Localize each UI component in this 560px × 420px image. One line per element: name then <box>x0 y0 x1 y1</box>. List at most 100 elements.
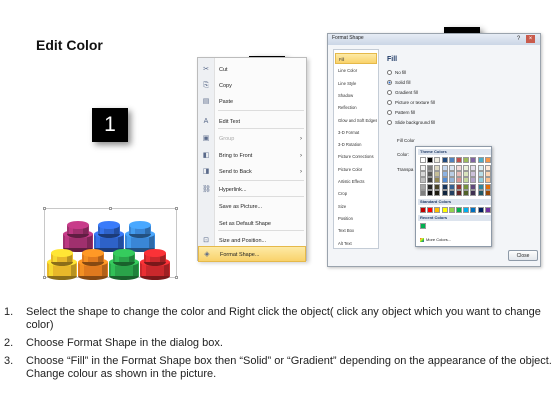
theme-shade-swatch[interactable] <box>427 189 434 196</box>
fill-option-solid-fill[interactable]: Solid fill <box>387 79 411 87</box>
theme-color-swatch[interactable] <box>420 157 426 163</box>
radio-button[interactable] <box>387 70 392 75</box>
fill-option-picture-or-texture-fill[interactable]: Picture or texture fill <box>387 99 435 107</box>
cylinder-shape[interactable] <box>109 249 139 280</box>
category-shadow[interactable]: Shadow <box>335 90 377 101</box>
menu-item-copy[interactable]: ⎘ Copy <box>198 78 306 94</box>
category-line-color[interactable]: Line Color <box>335 65 377 76</box>
theme-shade-swatch[interactable] <box>441 189 448 196</box>
fill-option-no-fill[interactable]: No fill <box>387 69 406 77</box>
help-icon[interactable]: ? <box>514 35 523 43</box>
theme-shade-swatch[interactable] <box>484 171 491 178</box>
theme-shade-swatch[interactable] <box>420 183 426 190</box>
cylinder-shape[interactable] <box>47 249 77 280</box>
radio-button[interactable] <box>387 100 392 105</box>
category-glow-and-soft-edges[interactable]: Glow and Soft Edges <box>335 115 377 126</box>
theme-shade-swatch[interactable] <box>448 171 455 178</box>
theme-shade-swatch[interactable] <box>456 165 462 171</box>
theme-shade-swatch[interactable] <box>434 189 441 196</box>
category-3-d-format[interactable]: 3-D Format <box>335 127 377 138</box>
category-size[interactable]: Size <box>335 201 377 212</box>
standard-color-swatch[interactable] <box>463 207 470 213</box>
theme-color-swatch[interactable] <box>470 157 477 163</box>
theme-color-swatch[interactable] <box>484 157 491 163</box>
standard-color-swatch[interactable] <box>441 207 448 213</box>
standard-color-swatch[interactable] <box>448 207 455 213</box>
theme-shade-swatch[interactable] <box>477 189 484 196</box>
standard-color-swatch[interactable] <box>470 207 477 213</box>
theme-shade-swatch[interactable] <box>470 171 477 178</box>
theme-shade-swatch[interactable] <box>484 165 491 171</box>
cylinder-shape[interactable] <box>94 221 124 252</box>
theme-shade-swatch[interactable] <box>420 165 426 171</box>
menu-item-cut[interactable]: ✂ Cut <box>198 62 306 78</box>
theme-color-swatch[interactable] <box>434 157 441 163</box>
menu-item-bring-to-front[interactable]: ◧ Bring to Front › <box>198 148 306 164</box>
category-position[interactable]: Position <box>335 213 377 224</box>
theme-shade-swatch[interactable] <box>420 189 426 196</box>
theme-shade-swatch[interactable] <box>434 177 441 184</box>
standard-color-swatch[interactable] <box>434 207 441 213</box>
cylinder-shape[interactable] <box>63 221 93 252</box>
fill-option-gradient-fill[interactable]: Gradient fill <box>387 89 418 97</box>
theme-shade-swatch[interactable] <box>477 165 484 171</box>
theme-color-swatch[interactable] <box>463 157 470 163</box>
category-3-d-rotation[interactable]: 3-D Rotation <box>335 139 377 150</box>
category-alt-text[interactable]: Alt Text <box>335 238 377 249</box>
theme-shade-swatch[interactable] <box>484 177 491 184</box>
theme-shade-swatch[interactable] <box>456 177 462 184</box>
category-text-box[interactable]: Text Box <box>335 225 377 236</box>
cylinder-shape[interactable] <box>125 221 155 252</box>
theme-shade-swatch[interactable] <box>427 177 434 184</box>
theme-shade-swatch[interactable] <box>470 183 477 190</box>
category-picture-color[interactable]: Picture Color <box>335 164 377 175</box>
radio-button[interactable] <box>387 120 392 125</box>
theme-shade-swatch[interactable] <box>441 171 448 178</box>
menu-item-group[interactable]: ▣ Group › <box>198 131 306 147</box>
radio-button[interactable] <box>387 90 392 95</box>
theme-shade-swatch[interactable] <box>420 171 426 178</box>
theme-shade-swatch[interactable] <box>427 183 434 190</box>
standard-color-swatch[interactable] <box>477 207 484 213</box>
more-colors-option[interactable]: More Colors... <box>420 237 451 242</box>
theme-shade-swatch[interactable] <box>477 183 484 190</box>
category-crop[interactable]: Crop <box>335 188 377 199</box>
close-icon[interactable]: × <box>526 35 535 43</box>
theme-shade-swatch[interactable] <box>463 171 470 178</box>
theme-shade-swatch[interactable] <box>441 183 448 190</box>
menu-item-send-to-back[interactable]: ◨ Send to Back › <box>198 164 306 180</box>
theme-shade-swatch[interactable] <box>463 183 470 190</box>
theme-shade-swatch[interactable] <box>420 177 426 184</box>
theme-shade-swatch[interactable] <box>441 165 448 171</box>
dialog-close-button[interactable]: Close <box>508 250 538 261</box>
fill-option-pattern-fill[interactable]: Pattern fill <box>387 109 415 117</box>
theme-shade-swatch[interactable] <box>477 177 484 184</box>
theme-color-swatch[interactable] <box>427 157 434 163</box>
theme-shade-swatch[interactable] <box>477 171 484 178</box>
radio-button[interactable] <box>387 80 392 85</box>
theme-shade-swatch[interactable] <box>463 189 470 196</box>
standard-color-swatch[interactable] <box>427 207 434 213</box>
theme-shade-swatch[interactable] <box>448 177 455 184</box>
category-reflection[interactable]: Reflection <box>335 102 377 113</box>
theme-shade-swatch[interactable] <box>448 183 455 190</box>
theme-shade-swatch[interactable] <box>448 165 455 171</box>
theme-shade-swatch[interactable] <box>456 171 462 178</box>
recent-color-swatch[interactable] <box>420 223 426 229</box>
radio-button[interactable] <box>387 110 392 115</box>
category-line-style[interactable]: Line Style <box>335 78 377 89</box>
menu-item-paste[interactable]: ▤ Paste <box>198 94 306 110</box>
standard-color-swatch[interactable] <box>420 207 426 213</box>
theme-shade-swatch[interactable] <box>470 177 477 184</box>
theme-shade-swatch[interactable] <box>456 183 462 190</box>
theme-shade-swatch[interactable] <box>427 171 434 178</box>
theme-shade-swatch[interactable] <box>470 189 477 196</box>
cylinder-shape[interactable] <box>140 249 170 280</box>
theme-color-swatch[interactable] <box>448 157 455 163</box>
theme-shade-swatch[interactable] <box>434 165 441 171</box>
theme-shade-swatch[interactable] <box>441 177 448 184</box>
theme-shade-swatch[interactable] <box>434 171 441 178</box>
theme-shade-swatch[interactable] <box>434 183 441 190</box>
fill-option-slide-background-fill[interactable]: Slide background fill <box>387 119 435 127</box>
theme-color-swatch[interactable] <box>477 157 484 163</box>
